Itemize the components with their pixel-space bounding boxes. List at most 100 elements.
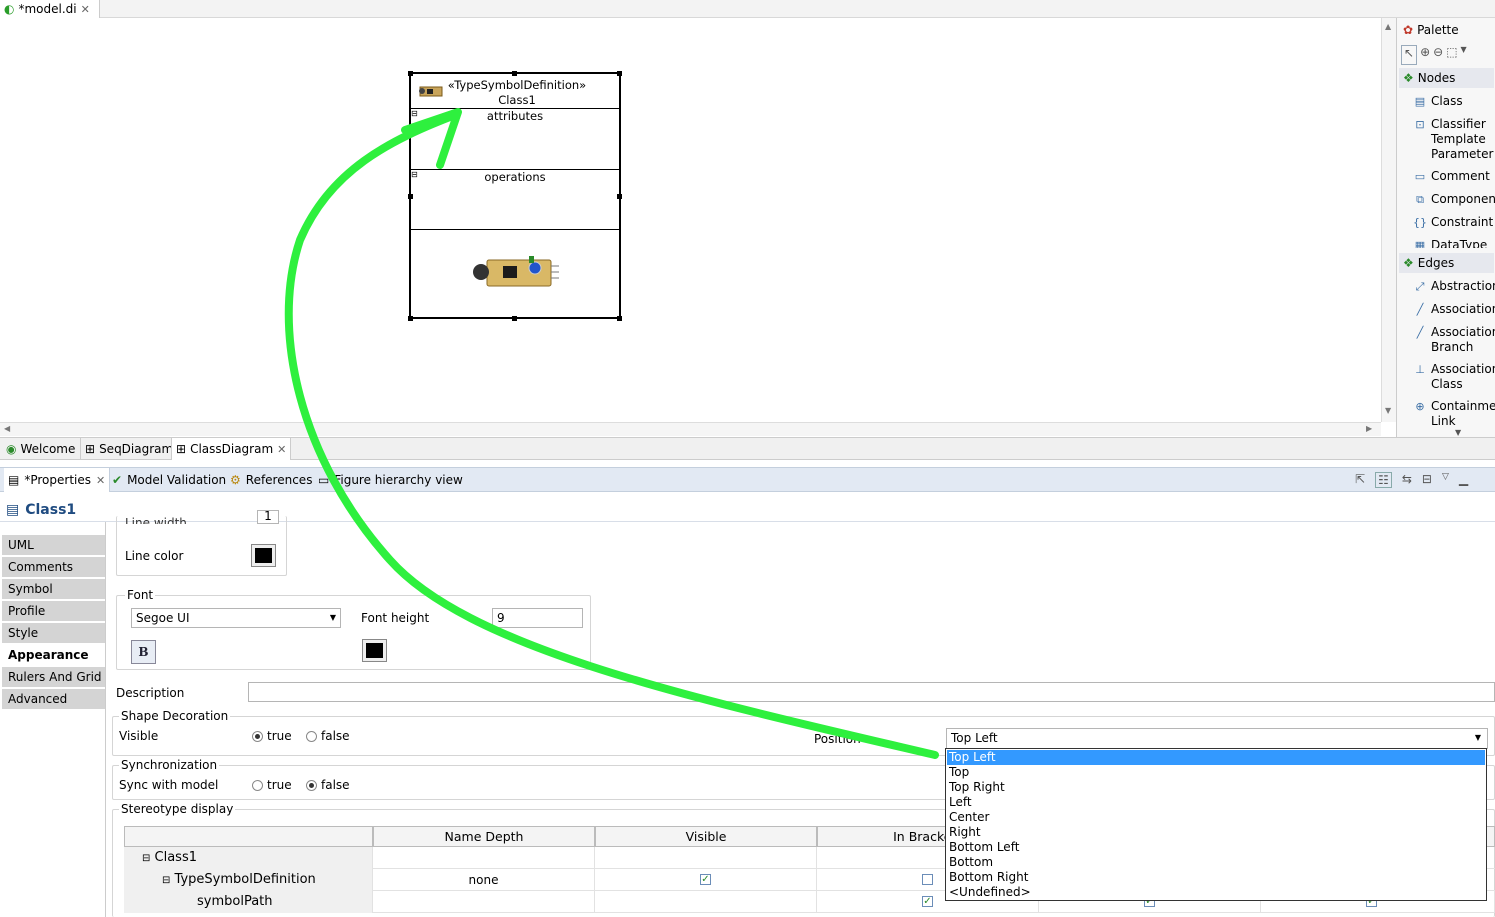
palette-item-component[interactable]: ⧉ Component [1413, 192, 1495, 207]
column-header-name[interactable] [124, 826, 373, 847]
scroll-up-icon[interactable]: ▲ [1385, 22, 1391, 31]
close-icon[interactable]: ✕ [277, 443, 286, 456]
layout-icon[interactable]: ⊟ [1422, 472, 1432, 488]
chevron-down-icon[interactable]: ▼ [1461, 45, 1467, 65]
collapse-icon[interactable]: ⊟ [411, 109, 418, 118]
marquee-icon[interactable]: ⬚ [1446, 45, 1457, 65]
tab-figure-hierarchy[interactable]: ▭ Figure hierarchy view [318, 468, 463, 492]
close-icon[interactable]: ✕ [96, 474, 105, 487]
font-color-button[interactable] [362, 639, 387, 662]
column-header-name-depth[interactable]: Name Depth [373, 826, 595, 847]
sync-icon[interactable]: ⇆ [1402, 472, 1412, 488]
palette-item-association[interactable]: ╱ Association [1413, 302, 1495, 317]
option-bottom-right[interactable]: Bottom Right [947, 870, 1485, 885]
option-center[interactable]: Center [947, 810, 1485, 825]
collapse-icon[interactable]: ⊟ [142, 853, 150, 864]
visible-label: Visible [119, 729, 159, 743]
palette-item-comment[interactable]: ▭ Comment [1413, 169, 1490, 184]
font-height-field[interactable]: 9 [492, 608, 583, 628]
option-undefined[interactable]: <Undefined> [947, 885, 1485, 900]
pin-icon[interactable]: ⇱ [1355, 472, 1365, 488]
option-top-left[interactable]: Top Left [947, 750, 1485, 765]
palette-item-datatype[interactable]: ▦ DataType [1413, 238, 1487, 248]
datatype-icon: ▦ [1414, 239, 1426, 248]
sensor-board-image [471, 252, 561, 292]
in-brackets-checkbox[interactable] [922, 874, 933, 885]
scroll-down-icon[interactable]: ▼ [1385, 406, 1391, 415]
tab-style[interactable]: Style [2, 623, 105, 644]
tab-model-validation[interactable]: ✔ Model Validation [112, 468, 226, 492]
tab-rulers-and-grid[interactable]: Rulers And Grid [2, 667, 105, 688]
zoom-out-icon[interactable]: ⊖ [1433, 45, 1443, 65]
horizontal-scrollbar[interactable]: ◀ ▶ [0, 422, 1381, 436]
tab-symbol[interactable]: Symbol [2, 579, 105, 600]
bold-button[interactable]: B [131, 640, 156, 664]
palette-item-association-class[interactable]: ⊥ Association Class [1413, 362, 1495, 392]
tree-view-icon[interactable]: ☷ [1375, 472, 1392, 488]
palette-group-nodes[interactable]: ❖ Nodes [1399, 68, 1494, 88]
option-top-right[interactable]: Top Right [947, 780, 1485, 795]
editor-tab-model[interactable]: ◐ *model.di ✕ [0, 0, 100, 18]
in-brackets-checkbox[interactable]: ✓ [922, 896, 933, 907]
column-header-visible[interactable]: Visible [595, 826, 817, 847]
palette-item-containment-link[interactable]: ⊕Containment Link [1413, 399, 1495, 429]
operations-compartment[interactable]: ⊟ operations [411, 169, 619, 229]
tab-references[interactable]: ⚙ References [230, 468, 312, 492]
diagram-canvas[interactable] [0, 18, 1381, 422]
palette-item-template-parameter[interactable]: ⊡ Classifier Template Parameter [1413, 117, 1493, 162]
select-tool-icon[interactable]: ↖ [1401, 45, 1418, 65]
font-group-label: Font [125, 588, 156, 602]
attributes-compartment[interactable]: ⊟ attributes [411, 108, 619, 169]
property-tabs: UML Comments Symbol Profile Style Appear… [0, 522, 106, 917]
tab-advanced[interactable]: Advanced [2, 689, 105, 710]
description-field[interactable] [248, 682, 1495, 702]
scroll-left-icon[interactable]: ◀ [4, 424, 10, 433]
tab-profile[interactable]: Profile [2, 601, 105, 622]
option-top[interactable]: Top [947, 765, 1485, 780]
palette-group-edges[interactable]: ❖ Edges [1399, 253, 1494, 273]
palette-scroll-down-icon[interactable]: ▼ [1455, 428, 1461, 437]
vertical-scrollbar[interactable]: ▲ ▼ [1381, 18, 1396, 422]
visible-true-radio[interactable] [252, 731, 263, 742]
zoom-in-icon[interactable]: ⊕ [1420, 45, 1430, 65]
tab-properties[interactable]: ▤ *Properties ✕ [4, 468, 111, 492]
minimize-icon[interactable]: ▁ [1459, 472, 1468, 488]
tab-comments[interactable]: Comments [2, 557, 105, 578]
resize-handle[interactable] [617, 71, 622, 76]
palette-item-abstraction[interactable]: ⤢ Abstraction [1413, 279, 1495, 294]
collapse-icon[interactable]: ⊟ [162, 875, 170, 886]
tab-classdiagram[interactable]: ⊞ ClassDiagram ✕ [171, 438, 292, 460]
palette-item-class[interactable]: ▤ Class [1413, 94, 1463, 109]
name-depth-value[interactable]: none [373, 869, 595, 891]
editor-tab-label: *model.di [18, 2, 77, 16]
close-icon[interactable]: ✕ [81, 3, 90, 16]
resize-handle[interactable] [408, 71, 413, 76]
option-bottom-left[interactable]: Bottom Left [947, 840, 1485, 855]
palette-item-constraint[interactable]: {} Constraint [1413, 215, 1493, 230]
font-select[interactable]: Segoe UI ▼ [131, 608, 341, 628]
palette: ✿ Palette ↖ ⊕ ⊖ ⬚ ▼ ❖ Nodes ▤ Class ⊡ Clas… [1396, 18, 1495, 437]
position-value: Top Left [951, 731, 998, 745]
sync-true-radio[interactable] [252, 780, 263, 791]
visible-checkbox[interactable]: ✓ [700, 874, 711, 885]
visible-false-radio[interactable] [306, 731, 317, 742]
collapse-icon[interactable]: ⊟ [411, 170, 418, 179]
palette-item-association-branch[interactable]: ╱ Association Branch [1413, 325, 1495, 355]
tab-appearance[interactable]: Appearance [2, 645, 105, 666]
line-width-field[interactable]: 1 [257, 510, 279, 524]
tab-uml[interactable]: UML [2, 535, 105, 556]
position-select[interactable]: Top Left ▼ [946, 728, 1488, 749]
view-menu-icon[interactable]: ▽ [1442, 472, 1449, 488]
line-color-button[interactable] [251, 544, 276, 567]
class-icon: ▤ [1414, 95, 1426, 108]
option-right[interactable]: Right [947, 825, 1485, 840]
resize-handle[interactable] [512, 71, 517, 76]
tab-seqdiagram[interactable]: ⊞ SeqDiagram [80, 438, 177, 460]
scroll-right-icon[interactable]: ▶ [1366, 424, 1372, 433]
tab-welcome[interactable]: ◉ Welcome [2, 438, 79, 460]
option-left[interactable]: Left [947, 795, 1485, 810]
class-node[interactable]: «TypeSymbolDefinition» Class1 ⊟ attribut… [408, 71, 622, 321]
class-icon: ▤ [6, 501, 20, 518]
sync-false-radio[interactable] [306, 780, 317, 791]
option-bottom[interactable]: Bottom [947, 855, 1485, 870]
